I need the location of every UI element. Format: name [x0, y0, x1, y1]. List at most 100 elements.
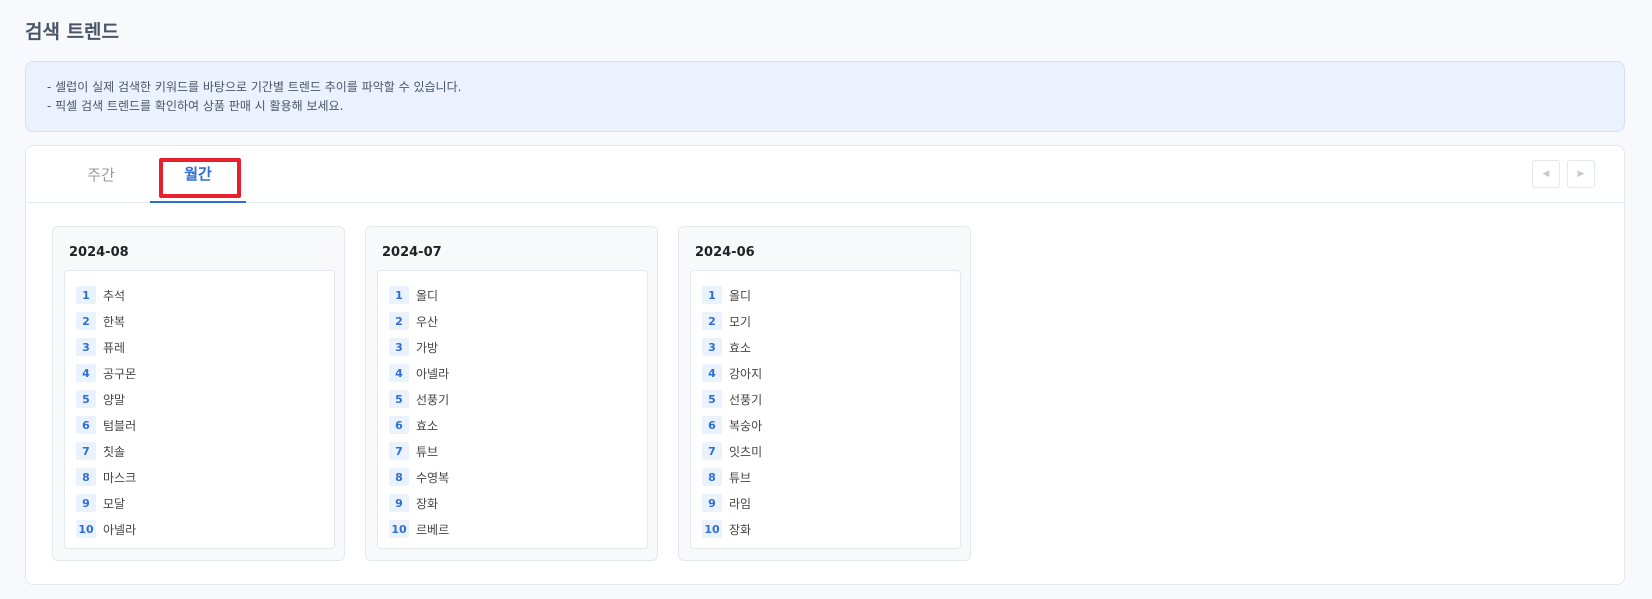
rank-keyword: 라임 — [729, 496, 752, 511]
rank-list: 1 추석 2 한복 3 퓨레 4 공구몬 5 양말 6 텀블러 7 칫솔 8 마스크 9 모달 10 아넬라 — [64, 270, 335, 549]
rank-number-badge: 9 — [702, 494, 722, 512]
rank-number-badge: 9 — [76, 494, 96, 512]
list-item[interactable]: 1 추석 — [65, 282, 334, 308]
tab-weekly[interactable]: 주간 — [76, 146, 126, 203]
rank-number-badge: 8 — [76, 468, 96, 486]
rank-keyword: 선풍기 — [416, 392, 450, 407]
rank-list: 1 올디 2 우산 3 가방 4 아넬라 5 선풍기 6 효소 7 튜브 8 수영복 9 장화 10 르베르 — [377, 270, 648, 549]
rank-keyword: 마스크 — [103, 470, 137, 485]
rank-card-title: 2024-07 — [382, 245, 442, 260]
list-item[interactable]: 6 복숭아 — [691, 412, 960, 438]
rank-keyword: 모기 — [729, 314, 752, 329]
rank-keyword: 올디 — [729, 288, 752, 303]
rank-number-badge: 6 — [76, 416, 96, 434]
info-line: - 픽셀 검색 트렌드를 확인하여 상품 판매 시 활용해 보세요. — [47, 99, 344, 113]
rank-keyword: 퓨레 — [103, 340, 126, 355]
list-item[interactable]: 4 공구몬 — [65, 360, 334, 386]
rank-keyword: 칫솔 — [103, 444, 126, 459]
rank-keyword: 튜브 — [729, 470, 752, 485]
rank-keyword: 잇츠미 — [729, 444, 763, 459]
list-item[interactable]: 5 양말 — [65, 386, 334, 412]
rank-keyword: 장화 — [416, 496, 439, 511]
list-item[interactable]: 9 모달 — [65, 490, 334, 516]
list-item[interactable]: 3 효소 — [691, 334, 960, 360]
rank-keyword: 수영복 — [416, 470, 450, 485]
rank-number-badge: 3 — [702, 338, 722, 356]
triangle-left-icon: ◀ — [1542, 169, 1550, 179]
rank-number-badge: 7 — [702, 442, 722, 460]
rank-keyword: 효소 — [416, 418, 439, 433]
rank-card-0: 2024-08 1 추석 2 한복 3 퓨레 4 공구몬 5 양말 6 텀블러 7 칫솔 8 마스크 9 모달 10 아… — [52, 226, 345, 561]
tabs-bar: 주간 월간 ◀ ▶ — [26, 146, 1624, 203]
triangle-right-icon: ▶ — [1577, 169, 1585, 179]
rank-number-badge: 5 — [76, 390, 96, 408]
rank-keyword: 한복 — [103, 314, 126, 329]
rank-number-badge: 4 — [389, 364, 409, 382]
list-item[interactable]: 8 마스크 — [65, 464, 334, 490]
rank-number-badge: 1 — [389, 286, 409, 304]
rank-number-badge: 5 — [702, 390, 722, 408]
list-item[interactable]: 1 올디 — [691, 282, 960, 308]
list-item[interactable]: 10 장화 — [691, 516, 960, 542]
rank-keyword: 텀블러 — [103, 418, 137, 433]
rank-keyword: 선풍기 — [729, 392, 763, 407]
rank-number-badge: 8 — [389, 468, 409, 486]
page-title: 검색 트렌드 — [25, 21, 120, 43]
rank-number-badge: 3 — [76, 338, 96, 356]
rank-keyword: 복숭아 — [729, 418, 763, 433]
rank-keyword: 아넬라 — [416, 366, 450, 381]
info-box: - 셀럽이 실제 검색한 키워드를 바탕으로 기간별 트렌드 추이를 파악할 수… — [25, 61, 1625, 132]
list-item[interactable]: 10 르베르 — [378, 516, 647, 542]
list-item[interactable]: 7 튜브 — [378, 438, 647, 464]
rank-card-title: 2024-08 — [69, 245, 129, 260]
list-item[interactable]: 4 아넬라 — [378, 360, 647, 386]
list-item[interactable]: 2 우산 — [378, 308, 647, 334]
rank-keyword: 추석 — [103, 288, 126, 303]
rank-keyword: 우산 — [416, 314, 439, 329]
rank-number-badge: 10 — [76, 520, 96, 538]
list-item[interactable]: 7 잇츠미 — [691, 438, 960, 464]
rank-number-badge: 10 — [389, 520, 409, 538]
list-item[interactable]: 1 올디 — [378, 282, 647, 308]
list-item[interactable]: 8 튜브 — [691, 464, 960, 490]
list-item[interactable]: 3 가방 — [378, 334, 647, 360]
list-item[interactable]: 2 한복 — [65, 308, 334, 334]
next-button[interactable]: ▶ — [1567, 160, 1595, 188]
rank-keyword: 공구몬 — [103, 366, 137, 381]
rank-card-1: 2024-07 1 올디 2 우산 3 가방 4 아넬라 5 선풍기 6 효소 7 튜브 8 수영복 9 장화 10 르… — [365, 226, 658, 561]
list-item[interactable]: 2 모기 — [691, 308, 960, 334]
list-item[interactable]: 6 텀블러 — [65, 412, 334, 438]
list-item[interactable]: 9 라임 — [691, 490, 960, 516]
rank-number-badge: 2 — [389, 312, 409, 330]
rank-keyword: 올디 — [416, 288, 439, 303]
list-item[interactable]: 7 칫솔 — [65, 438, 334, 464]
rank-keyword: 효소 — [729, 340, 752, 355]
list-item[interactable]: 8 수영복 — [378, 464, 647, 490]
list-item[interactable]: 3 퓨레 — [65, 334, 334, 360]
rank-number-badge: 7 — [76, 442, 96, 460]
rank-number-badge: 4 — [76, 364, 96, 382]
rank-number-badge: 4 — [702, 364, 722, 382]
rank-keyword: 양말 — [103, 392, 126, 407]
list-item[interactable]: 6 효소 — [378, 412, 647, 438]
rank-list: 1 올디 2 모기 3 효소 4 강아지 5 선풍기 6 복숭아 7 잇츠미 8 튜브 9 라임 10 장화 — [690, 270, 961, 549]
rank-keyword: 아넬라 — [103, 522, 137, 537]
list-item[interactable]: 9 장화 — [378, 490, 647, 516]
list-item[interactable]: 5 선풍기 — [691, 386, 960, 412]
rank-number-badge: 1 — [702, 286, 722, 304]
list-item[interactable]: 10 아넬라 — [65, 516, 334, 542]
list-item[interactable]: 5 선풍기 — [378, 386, 647, 412]
rank-number-badge: 1 — [76, 286, 96, 304]
rank-number-badge: 2 — [76, 312, 96, 330]
list-item[interactable]: 4 강아지 — [691, 360, 960, 386]
rank-number-badge: 6 — [389, 416, 409, 434]
rank-keyword: 르베르 — [416, 522, 450, 537]
rank-keyword: 강아지 — [729, 366, 763, 381]
prev-button[interactable]: ◀ — [1532, 160, 1560, 188]
rank-number-badge: 3 — [389, 338, 409, 356]
tab-monthly[interactable]: 월간 — [150, 146, 246, 203]
rank-number-badge: 6 — [702, 416, 722, 434]
rank-number-badge: 10 — [702, 520, 722, 538]
rank-number-badge: 7 — [389, 442, 409, 460]
rank-keyword: 가방 — [416, 340, 439, 355]
